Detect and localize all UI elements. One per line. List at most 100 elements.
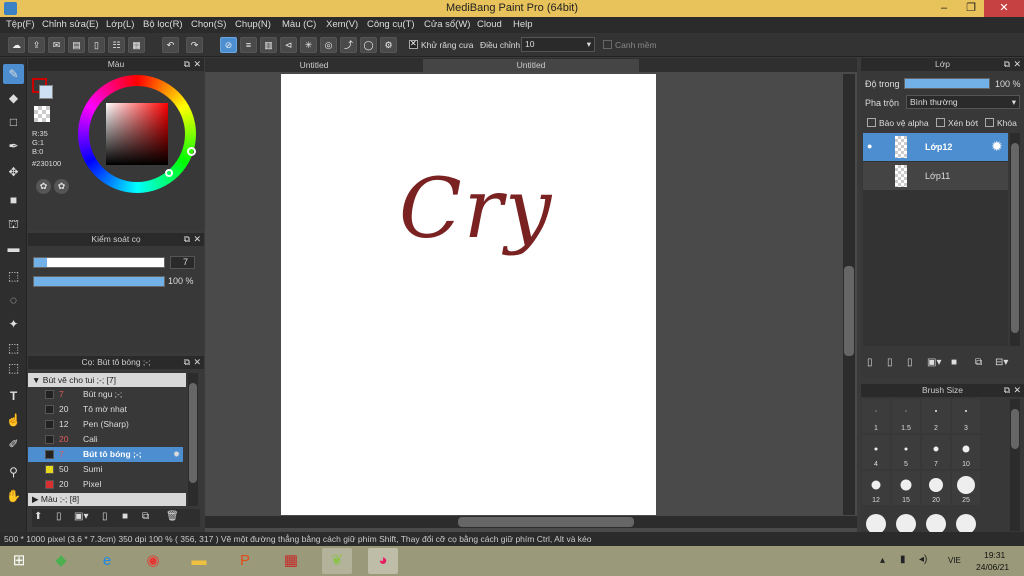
redo-icon[interactable]: ↷: [186, 37, 203, 53]
adjust-dropdown[interactable]: 10 ▾: [521, 37, 595, 52]
add-brush-icon[interactable]: ▣▾: [74, 511, 88, 522]
menu-edit[interactable]: Chỉnh sửa(E): [42, 19, 99, 30]
new-brush-icon[interactable]: ▯: [56, 511, 62, 522]
undo-icon[interactable]: ↶: [162, 37, 179, 53]
close-icon[interactable]: ✕: [193, 233, 201, 246]
add-layer-menu-icon[interactable]: ▣▾: [927, 357, 941, 368]
brush-item[interactable]: 12 Pen (Sharp): [28, 417, 183, 432]
minimize-button[interactable]: –: [931, 0, 957, 17]
tab-document-1[interactable]: Untitled: [205, 59, 423, 72]
brush-size-preset[interactable]: 3: [952, 399, 980, 433]
brush-opacity-slider[interactable]: [33, 276, 165, 287]
menu-select[interactable]: Chọn(S): [191, 19, 226, 30]
menu-file[interactable]: Tệp(F): [6, 19, 35, 30]
transparent-color-swatch[interactable]: [34, 106, 50, 122]
brush-item[interactable]: 50 Sumi: [28, 462, 183, 477]
brush-item[interactable]: 20 Pixel: [28, 477, 183, 492]
list-icon[interactable]: ☷: [108, 37, 125, 53]
visibility-icon[interactable]: ●: [867, 141, 872, 151]
drawing-canvas[interactable]: Cry: [281, 74, 656, 515]
bucket-tool-icon[interactable]: ⛫: [3, 214, 24, 234]
magic-wand-tool-icon[interactable]: ✦: [3, 314, 24, 334]
popout-icon[interactable]: ⧉: [1004, 58, 1010, 71]
internet-explorer-icon[interactable]: e: [92, 548, 122, 574]
feather-app-icon[interactable]: ❦: [322, 548, 352, 574]
palette-icon[interactable]: ✿: [36, 179, 51, 194]
text-tool-icon[interactable]: T: [3, 386, 24, 406]
operation-tool-icon[interactable]: ☝: [3, 410, 24, 430]
hue-wheel[interactable]: [78, 75, 196, 193]
menu-tools[interactable]: Công cụ(T): [367, 19, 415, 30]
close-icon[interactable]: ✕: [1013, 384, 1021, 397]
divide-tool-icon[interactable]: ✐: [3, 434, 24, 454]
close-button[interactable]: ✕: [984, 0, 1024, 17]
eyedropper-tool-icon[interactable]: ⚲: [3, 462, 24, 482]
vanish-snap-icon[interactable]: ⊲: [280, 37, 297, 53]
brush-size-preset[interactable]: 20: [922, 471, 950, 505]
select-pen-tool-icon[interactable]: ⬚: [3, 338, 24, 358]
layer-row[interactable]: Lớp11: [863, 162, 1008, 190]
brush-size-preset[interactable]: [866, 514, 886, 532]
popout-icon[interactable]: ⧉: [184, 356, 190, 369]
blend-mode-dropdown[interactable]: Bình thường ▾: [906, 95, 1020, 109]
share-icon[interactable]: ⇪: [28, 37, 45, 53]
brush-size-preset[interactable]: 2: [922, 399, 950, 433]
brush-size-slider[interactable]: [33, 257, 165, 268]
language-indicator[interactable]: VIE: [948, 556, 961, 565]
document-icon[interactable]: ▯: [88, 37, 105, 53]
move-tool-icon[interactable]: ✥: [3, 162, 24, 182]
message-icon[interactable]: ▤: [68, 37, 85, 53]
comment-icon[interactable]: ✉: [48, 37, 65, 53]
lock-checkbox[interactable]: [985, 118, 994, 127]
menu-cloud[interactable]: Cloud: [477, 19, 502, 30]
brush-size-preset[interactable]: 25: [952, 471, 980, 505]
dot-tool-icon[interactable]: □: [3, 112, 24, 132]
curve-snap-icon[interactable]: ⤴: [340, 37, 357, 53]
menu-filter[interactable]: Bộ lọc(R): [143, 19, 183, 30]
protect-alpha-checkbox[interactable]: [867, 118, 876, 127]
file-explorer-icon[interactable]: ▬: [184, 548, 214, 574]
menu-layer[interactable]: Lớp(L): [106, 19, 134, 30]
app-icon[interactable]: ▦: [276, 548, 306, 574]
new-layer-icon[interactable]: ▯: [867, 357, 873, 368]
brush-group-1[interactable]: ▼ Bút vẽ cho tui ;-; [7]: [28, 373, 186, 387]
saturation-square[interactable]: [106, 103, 168, 165]
chrome-icon[interactable]: ◉: [138, 548, 168, 574]
gear-icon[interactable]: ✹: [173, 447, 180, 462]
brush-list-scrollbar[interactable]: [188, 373, 198, 506]
brush-size-preset[interactable]: [956, 514, 976, 532]
layer-row-selected[interactable]: ● Lớp12 ✹: [863, 133, 1008, 161]
parallel-snap-icon[interactable]: ≡: [240, 37, 257, 53]
brush-size-preset[interactable]: 15: [892, 471, 920, 505]
new-layer-1bit-icon[interactable]: ▯: [907, 357, 913, 368]
gear-icon[interactable]: ✹: [991, 138, 1003, 155]
start-icon[interactable]: ⊞: [4, 548, 34, 574]
close-icon[interactable]: ✕: [193, 58, 201, 71]
antialias-checkbox[interactable]: [409, 39, 418, 49]
doc-icon[interactable]: ▯: [102, 511, 108, 522]
menu-color[interactable]: Màu (C): [282, 19, 316, 30]
gradient-tool-icon[interactable]: ▬: [3, 238, 24, 258]
brush-size-value[interactable]: 7: [170, 256, 195, 269]
cloud-icon[interactable]: ☁: [8, 37, 25, 53]
radial-snap-icon[interactable]: ✳: [300, 37, 317, 53]
duplicate-layer-icon[interactable]: ⧉: [975, 357, 982, 368]
tab-document-2[interactable]: Untitled: [423, 59, 639, 72]
horizontal-scrollbar[interactable]: [205, 516, 857, 528]
eraser-tool-icon[interactable]: ◆: [3, 88, 24, 108]
fill-rect-tool-icon[interactable]: ■: [3, 190, 24, 210]
layer-opacity-slider[interactable]: [904, 78, 990, 89]
menu-help[interactable]: Help: [513, 19, 533, 30]
powerpoint-icon[interactable]: P: [230, 548, 260, 574]
cross-snap-icon[interactable]: ▥: [260, 37, 277, 53]
brush-size-preset[interactable]: [926, 514, 946, 532]
gear-icon[interactable]: ⚙: [380, 37, 397, 53]
brush-item-selected[interactable]: 7 Bút tô bóng ;-; ✹: [28, 447, 183, 462]
vertical-scrollbar[interactable]: [843, 74, 855, 515]
select-rect-tool-icon[interactable]: ⬚: [3, 266, 24, 286]
cloud-brush-icon[interactable]: ⬆: [34, 511, 42, 522]
new-layer-8bit-icon[interactable]: ▯: [887, 357, 893, 368]
tray-chevron-icon[interactable]: ▴: [880, 555, 885, 566]
no-snap-icon[interactable]: ⊘: [220, 37, 237, 53]
brush-size-preset[interactable]: 1: [862, 399, 890, 433]
